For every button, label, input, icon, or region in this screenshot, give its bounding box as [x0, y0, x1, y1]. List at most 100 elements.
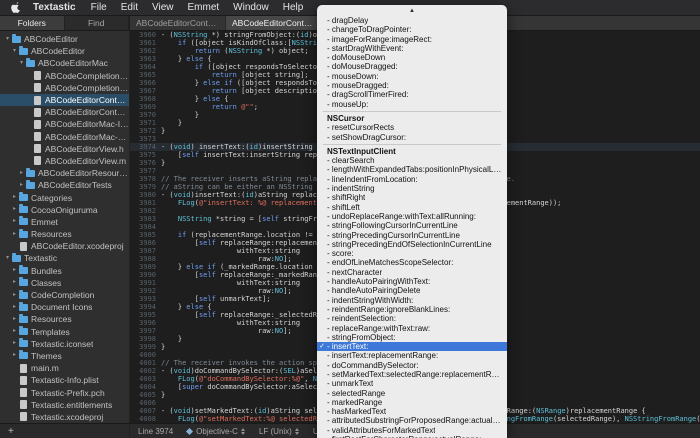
menu-item[interactable]: - startDragWithEvent: — [317, 44, 507, 53]
disclosure-triangle[interactable]: ▸ — [11, 231, 18, 238]
menu-item[interactable]: - dragScrollTimerFired: — [317, 90, 507, 99]
tree-item[interactable]: Textastic-Prefix.pch — [0, 386, 129, 398]
menu-item[interactable]: - mouseUp: — [317, 100, 507, 109]
disclosure-triangle[interactable]: ▸ — [11, 316, 18, 323]
status-selector[interactable]: Objective-C — [186, 427, 245, 436]
menu-item[interactable]: - changeToDragPointer: — [317, 25, 507, 34]
status-selector[interactable]: LF (Unix) — [259, 427, 299, 436]
sidebar-tab-find[interactable]: Find — [65, 16, 129, 30]
menu-item-file[interactable]: File — [84, 2, 114, 13]
menu-item[interactable]: - lengthWithExpandedTabs:positionInPhysi… — [317, 165, 507, 174]
menu-item[interactable]: - replaceRange:withText:raw: — [317, 324, 507, 333]
disclosure-triangle[interactable]: ▸ — [11, 194, 18, 201]
menu-item[interactable]: - reindentRange:ignoreBlankLines: — [317, 305, 507, 314]
tree-item[interactable]: ▾ Textastic — [0, 252, 129, 264]
tree-item[interactable]: Textastic-Info.plist — [0, 374, 129, 386]
menu-item[interactable]: - stringFromObject: — [317, 333, 507, 342]
tree-item[interactable]: ▾ ABCodeEditor — [0, 45, 129, 57]
tree-item[interactable]: ABCodeCompletionViewMac.h — [0, 70, 129, 82]
tree-item[interactable]: ▸ Bundles — [0, 265, 129, 277]
tree-item[interactable]: ▸ CodeCompletion — [0, 289, 129, 301]
sidebar-tab-folders[interactable]: Folders — [0, 16, 65, 30]
menu-item[interactable]: - shiftLeft — [317, 203, 507, 212]
menu-item[interactable]: - doMouseDown — [317, 53, 507, 62]
tree-item[interactable]: ABCodeEditorView.m — [0, 155, 129, 167]
tree-item[interactable]: main.m — [0, 362, 129, 374]
disclosure-triangle[interactable]: ▸ — [11, 304, 18, 311]
disclosure-triangle[interactable]: ▾ — [11, 48, 18, 55]
tree-item[interactable]: ▸ Resources — [0, 228, 129, 240]
document-tab[interactable]: ABCodeEditorContentView.h — [226, 16, 322, 30]
tree-item[interactable]: ABCodeCompletionViewMac.m — [0, 82, 129, 94]
disclosure-triangle[interactable]: ▸ — [11, 340, 18, 347]
menu-item[interactable]: - stringPrecedingEndOfSelectionInCurrent… — [317, 240, 507, 249]
tree-item[interactable]: ABCodeEditorView.h — [0, 143, 129, 155]
menu-item[interactable]: - stringPrecedingCursorInCurrentLine — [317, 231, 507, 240]
disclosure-triangle[interactable]: ▸ — [11, 352, 18, 359]
menu-item[interactable]: - handleAutoPairingWithText: — [317, 277, 507, 286]
menu-item[interactable]: - insertText:replacementRange: — [317, 351, 507, 360]
tree-item[interactable]: ▸ Document Icons — [0, 301, 129, 313]
menu-item[interactable]: - validAttributesForMarkedText — [317, 426, 507, 435]
tree-item[interactable]: ▸ ABCodeEditorTests — [0, 179, 129, 191]
disclosure-triangle[interactable]: ▸ — [11, 328, 18, 335]
menu-item[interactable]: - stringFollowingCursorInCurrentLine — [317, 221, 507, 230]
menu-item[interactable]: - unmarkText — [317, 379, 507, 388]
scroll-up-icon[interactable]: ▲ — [317, 7, 507, 16]
menu-item[interactable]: ✓ - insertText: — [317, 342, 507, 352]
tree-item[interactable]: ABCodeEditorMac-Info.plist — [0, 118, 129, 130]
tree-item[interactable]: ABCodeEditorMac-Prefix.pch — [0, 131, 129, 143]
menu-item[interactable]: - endOfLineMatchesScopeSelector: — [317, 258, 507, 267]
tree-item[interactable]: ▸ Textastic.iconset — [0, 338, 129, 350]
tree-item[interactable]: ▸ Categories — [0, 191, 129, 203]
menu-item-textastic[interactable]: Textastic — [25, 2, 84, 13]
tree-item[interactable]: ▸ Classes — [0, 277, 129, 289]
tree-item[interactable]: ▸ Templates — [0, 326, 129, 338]
disclosure-triangle[interactable]: ▸ — [11, 206, 18, 213]
menu-item[interactable]: - handleAutoPairingDelete — [317, 286, 507, 295]
tree-item[interactable]: ▸ Resources — [0, 313, 129, 325]
disclosure-triangle[interactable]: ▸ — [11, 292, 18, 299]
disclosure-triangle[interactable]: ▾ — [4, 255, 11, 262]
menu-item[interactable]: - indentString — [317, 184, 507, 193]
disclosure-triangle[interactable]: ▾ — [4, 36, 11, 43]
menu-item[interactable]: - setMarkedText:selectedRange:replacemen… — [317, 370, 507, 379]
disclosure-triangle[interactable]: ▸ — [18, 182, 25, 189]
disclosure-triangle[interactable]: ▸ — [18, 170, 25, 177]
menu-item[interactable]: - setShowDragCursor: — [317, 133, 507, 142]
tree-item[interactable]: ABCodeEditorContentView.m — [0, 106, 129, 118]
tree-item[interactable]: ▸ Themes — [0, 350, 129, 362]
menu-item-edit[interactable]: Edit — [114, 2, 145, 13]
menu-item[interactable]: - resetCursorRects — [317, 123, 507, 132]
menu-item[interactable]: - doMouseDragged: — [317, 62, 507, 71]
document-tab[interactable]: ABCodeEditorContentView.m — [130, 16, 226, 30]
tree-item[interactable]: ▸ ABCodeEditorResources — [0, 167, 129, 179]
menu-item[interactable]: - mouseDragged: — [317, 81, 507, 90]
menu-item[interactable]: - indentStringWithWidth: — [317, 296, 507, 305]
tree-item[interactable]: Textastic.entitlements — [0, 399, 129, 411]
tree-item[interactable]: ▾ ABCodeEditorMac — [0, 57, 129, 69]
menu-item[interactable]: - reindentSelection: — [317, 314, 507, 323]
menu-item[interactable]: - doCommandBySelector: — [317, 361, 507, 370]
menu-item[interactable]: - selectedRange — [317, 389, 507, 398]
menu-item[interactable]: - hasMarkedText — [317, 407, 507, 416]
disclosure-triangle[interactable]: ▸ — [11, 279, 18, 286]
tree-item[interactable]: ▸ CocoaOniguruma — [0, 204, 129, 216]
menu-item-window[interactable]: Window — [226, 2, 276, 13]
menu-item[interactable]: - markedRange — [317, 398, 507, 407]
menu-item[interactable]: - undoReplaceRange:withText:allRunning: — [317, 212, 507, 221]
menu-item[interactable]: - nextCharacter — [317, 268, 507, 277]
menu-item-help[interactable]: Help — [276, 2, 311, 13]
tree-item[interactable]: Textastic.xcodeproj — [0, 411, 129, 423]
menu-item[interactable]: - attributedSubstringForProposedRange:ac… — [317, 416, 507, 425]
disclosure-triangle[interactable]: ▸ — [11, 267, 18, 274]
menu-item[interactable]: - clearSearch — [317, 156, 507, 165]
menu-item-view[interactable]: View — [145, 2, 181, 13]
add-button[interactable]: + — [0, 426, 22, 437]
menu-item[interactable]: - shiftRight — [317, 193, 507, 202]
disclosure-triangle[interactable]: ▸ — [11, 218, 18, 225]
menu-item[interactable]: - mouseDown: — [317, 72, 507, 81]
menu-item[interactable]: - imageForRange:imageRect: — [317, 35, 507, 44]
apple-menu[interactable] — [10, 1, 21, 14]
tree-item[interactable]: ABCodeEditor.xcodeproj — [0, 240, 129, 252]
